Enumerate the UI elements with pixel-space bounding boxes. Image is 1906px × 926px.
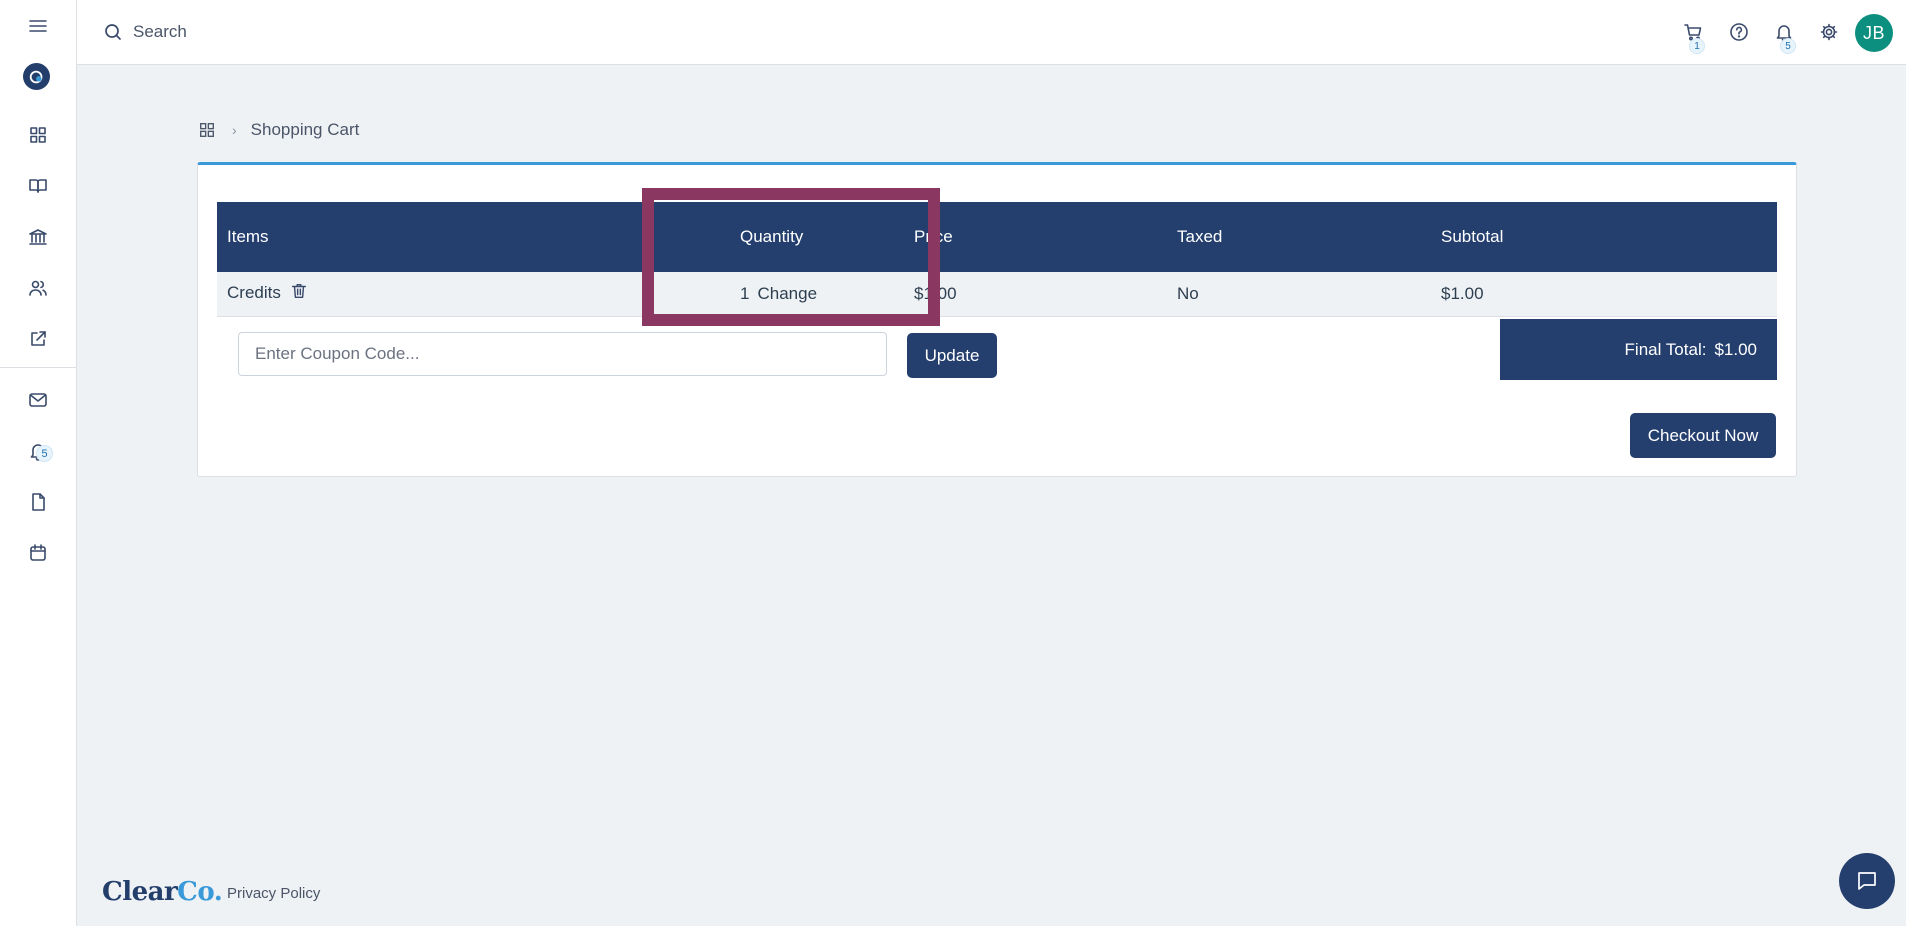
sidebar-divider [0, 367, 76, 368]
footer-logo-main: Clear [102, 877, 178, 907]
help-circle-icon [1730, 23, 1748, 41]
app-logo-icon [29, 70, 42, 83]
mail-icon [29, 393, 47, 407]
price-cell: $1.00 [904, 272, 1167, 317]
column-header-price: Price [904, 202, 1167, 272]
sidebar-item-external[interactable] [0, 319, 76, 359]
final-total: Final Total: $1.00 [1500, 319, 1777, 380]
final-total-value: $1.00 [1714, 339, 1757, 359]
chat-button[interactable] [1839, 853, 1895, 909]
dashboard-grid-icon [30, 127, 46, 143]
menu-icon [29, 20, 47, 32]
users-icon [29, 280, 47, 296]
shopping-cart-card: Items Quantity Price Taxed Subtotal Cred… [197, 162, 1797, 477]
table-header-row: Items Quantity Price Taxed Subtotal [217, 202, 1777, 272]
checkout-now-button[interactable]: Checkout Now [1630, 413, 1776, 458]
external-link-icon [31, 331, 46, 346]
column-header-quantity: Quantity [641, 202, 904, 272]
app-logo[interactable] [23, 63, 50, 90]
quantity-cell: 1 Change [641, 272, 904, 317]
breadcrumb: › Shopping Cart [198, 118, 359, 142]
trash-icon [291, 284, 306, 299]
search-icon [105, 24, 121, 40]
sidebar-item-users[interactable] [0, 268, 76, 308]
sidebar-item-messages[interactable] [0, 380, 76, 420]
menu-button[interactable] [0, 6, 76, 46]
search-box [103, 20, 733, 44]
quantity-value: 1 [740, 283, 750, 303]
book-icon [29, 179, 47, 193]
chat-bubble-icon [1858, 872, 1876, 890]
search-input[interactable] [133, 22, 733, 42]
cart-badge: 1 [1689, 38, 1705, 54]
footer-logo-accent: Co. [177, 877, 223, 907]
remove-item-button[interactable] [290, 282, 308, 305]
document-icon [32, 493, 45, 511]
notifications-badge: 5 [1780, 38, 1796, 54]
column-header-items: Items [217, 202, 641, 272]
cart-table: Items Quantity Price Taxed Subtotal Cred… [217, 202, 1777, 317]
sidebar-notifications-badge: 5 [36, 445, 53, 462]
column-header-taxed: Taxed [1167, 202, 1431, 272]
coupon-code-input[interactable] [238, 332, 887, 376]
sidebar: 5 [0, 0, 77, 926]
calendar-icon [30, 544, 46, 561]
footer-logo: ClearCo. [102, 877, 223, 907]
table-row: Credits 1 Change $1.00 No $1.00 [217, 272, 1777, 317]
chevron-right-icon: › [232, 122, 237, 138]
change-quantity-link[interactable]: Change [757, 284, 817, 303]
privacy-policy-link[interactable]: Privacy Policy [227, 885, 320, 902]
help-button[interactable] [1728, 21, 1750, 43]
avatar[interactable]: JB [1855, 14, 1893, 52]
cart-item-name: Credits [227, 283, 281, 303]
column-header-subtotal: Subtotal [1431, 202, 1777, 272]
sidebar-item-calendar[interactable] [0, 533, 76, 573]
subtotal-cell: $1.00 [1431, 272, 1777, 317]
sidebar-item-courses[interactable] [0, 166, 76, 206]
breadcrumb-current: Shopping Cart [250, 120, 360, 139]
sidebar-item-dashboard[interactable] [0, 115, 76, 155]
final-total-label: Final Total: [1624, 339, 1707, 359]
bank-icon [29, 229, 47, 245]
sidebar-item-institution[interactable] [0, 217, 76, 257]
settings-button[interactable] [1818, 21, 1840, 43]
cart-item-cell: Credits [217, 272, 641, 317]
sidebar-item-documents[interactable] [0, 482, 76, 522]
update-button[interactable]: Update [907, 333, 997, 378]
topbar: 1 5 JB [77, 0, 1906, 65]
dashboard-grid-icon[interactable] [198, 121, 216, 139]
gear-icon [1820, 23, 1838, 41]
taxed-cell: No [1167, 272, 1431, 317]
